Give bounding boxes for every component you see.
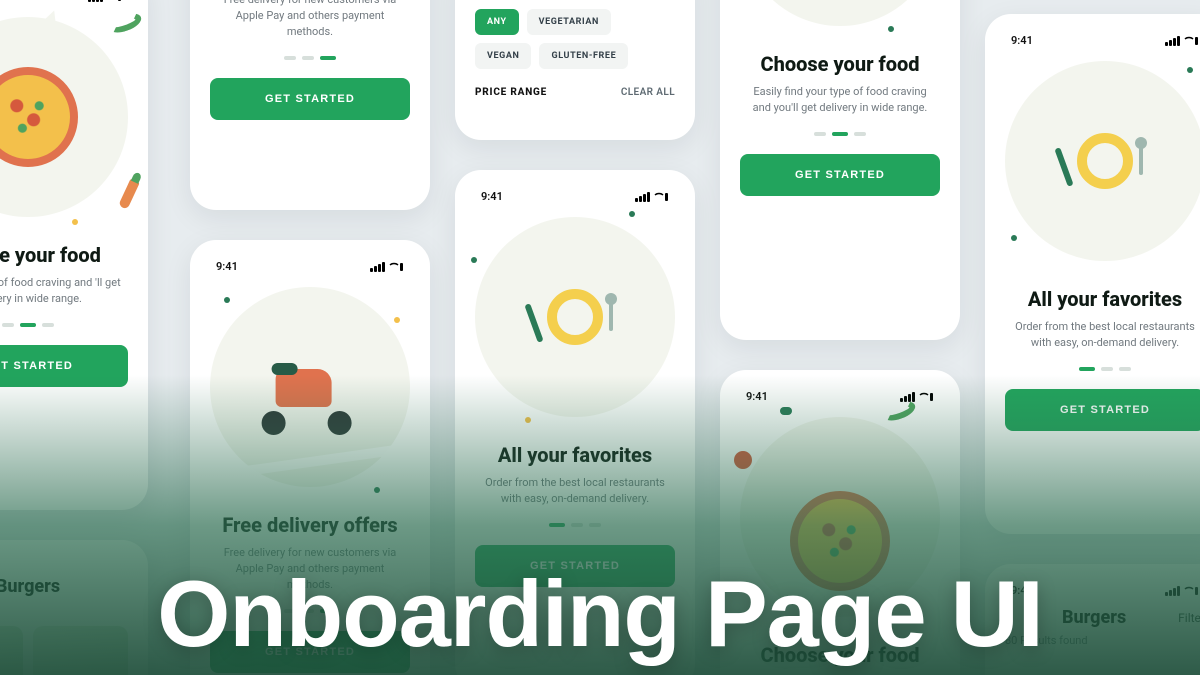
dietary-chip-row: ANY VEGETARIAN VEGAN GLUTEN-FREE <box>475 9 675 69</box>
status-indicators-icon <box>635 192 669 202</box>
get-started-button[interactable]: GET STARTED <box>210 78 410 120</box>
get-started-button[interactable]: GET STARTED <box>740 154 940 196</box>
onboarding-title: Choose your food <box>740 52 940 76</box>
filter-section-price: PRICE RANGE <box>475 87 547 98</box>
status-indicators-icon <box>370 262 404 272</box>
chip-vegetarian[interactable]: VEGETARIAN <box>527 9 611 35</box>
pizza-illustration <box>740 0 940 26</box>
onboarding-title: hoose your food <box>0 243 128 267</box>
page-indicator <box>210 56 410 60</box>
pizza-illustration <box>0 17 128 217</box>
design-showcase: 9:41 hoose your food nd your type of foo… <box>0 0 1200 675</box>
status-time: 9:41 <box>481 190 503 203</box>
hero-title: Onboarding Page UI <box>0 567 1200 661</box>
status-bar: 9:41 <box>1005 30 1200 57</box>
chip-any[interactable]: ANY <box>475 9 519 35</box>
status-bar: 9:41 <box>0 0 128 13</box>
clear-all-button[interactable]: CLEAR ALL <box>621 87 675 98</box>
status-bar: 9:41 <box>475 186 675 213</box>
onboarding-subtitle: Free delivery for new customers via Appl… <box>216 0 404 40</box>
status-bar: 9:41 <box>210 256 410 283</box>
chip-gluten-free[interactable]: GLUTEN-FREE <box>539 43 628 69</box>
phone-free-delivery-top: Free delivery offers Free delivery for n… <box>190 0 430 210</box>
status-indicators-icon <box>1165 36 1199 46</box>
onboarding-subtitle: nd your type of food craving and 'll get… <box>0 275 122 307</box>
status-time: 9:41 <box>1011 34 1033 47</box>
page-indicator <box>0 323 128 327</box>
onboarding-subtitle: Order from the best local restaurants wi… <box>1011 319 1199 351</box>
chip-vegan[interactable]: VEGAN <box>475 43 531 69</box>
onboarding-subtitle: Easily find your type of food craving an… <box>746 84 934 116</box>
phone-choose-full: Choose your food Easily find your type o… <box>720 0 960 340</box>
status-time: 9:41 <box>216 260 238 273</box>
phone-filter: DIETARY CLEAR ALL ANY VEGETARIAN VEGAN G… <box>455 0 695 140</box>
onboarding-title: All your favorites <box>1005 287 1200 311</box>
plate-illustration <box>1005 61 1200 261</box>
status-indicators-icon <box>88 0 122 2</box>
